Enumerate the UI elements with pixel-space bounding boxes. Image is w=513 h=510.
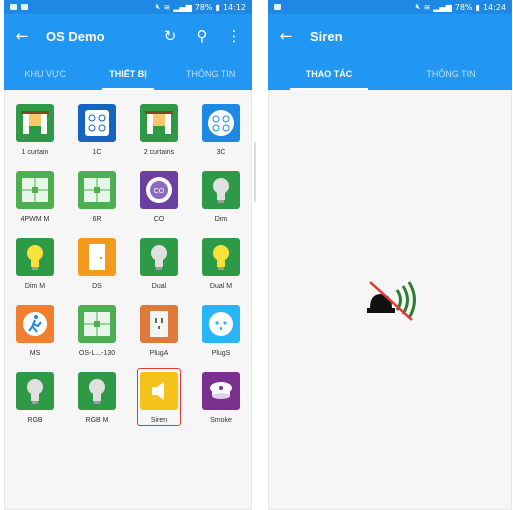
device-tile-1-curtain[interactable]: 1 curtain <box>4 98 66 165</box>
app-bar: ← OS Demo ↻ ⚲ ⋮ <box>4 14 252 58</box>
tab-khu-vuc[interactable]: KHU VỰC <box>4 58 87 90</box>
device-tile-plugs[interactable]: PlugS <box>190 299 252 366</box>
overflow-menu-icon[interactable]: ⋮ <box>226 27 242 45</box>
image-notification-icon <box>274 4 281 10</box>
battery-icon: ▮ <box>475 2 480 12</box>
battery-percent: 78% <box>194 2 213 12</box>
device-tile-2-curtains[interactable]: 2 curtains <box>128 98 190 165</box>
plug-s-icon <box>202 305 240 343</box>
device-label: Dual M <box>209 283 233 290</box>
bulb-on-icon <box>202 238 240 276</box>
device-tile-dual-m[interactable]: Dual M <box>190 232 252 299</box>
curtain-icon <box>16 104 54 142</box>
device-label: CO <box>153 216 165 223</box>
curtain-icon <box>140 104 178 142</box>
scrollbar[interactable] <box>254 142 256 202</box>
device-grid: 1 curtain 1C 2 curtains 3C 4PWM M 6R CO … <box>4 98 252 433</box>
wifi-icon: ≋ <box>423 2 431 12</box>
bulb-icon <box>78 372 116 410</box>
device-tile-siren[interactable]: Siren <box>128 366 190 433</box>
device-tile-1c[interactable]: 1C <box>66 98 128 165</box>
page-title: OS Demo <box>46 28 105 44</box>
device-tile-dim[interactable]: Dim <box>190 165 252 232</box>
app-bar: ← Siren <box>268 14 512 58</box>
device-label: 1C <box>92 149 102 156</box>
device-tile-os-l-130[interactable]: OS-L...-130 <box>66 299 128 366</box>
status-time: 14:12 <box>222 2 246 12</box>
switch-panel-icon <box>16 171 54 209</box>
bulb-icon <box>140 238 178 276</box>
image-notification-icon <box>21 4 28 10</box>
device-label: 4PWM M <box>20 216 50 223</box>
siren-detail-screen: 🔇︎ ≋ ▂▄▆ 78% ▮ 14:24 ← Siren THAO TÁC TH… <box>268 0 512 510</box>
device-tile-ds[interactable]: DS <box>66 232 128 299</box>
smoke-detector-icon <box>202 372 240 410</box>
status-bar: 🔇︎ ≋ ▂▄▆ 78% ▮ 14:24 <box>268 0 512 14</box>
device-tile-ms[interactable]: MS <box>4 299 66 366</box>
message-notification-icon <box>10 4 17 10</box>
mute-icon: 🔇︎ <box>415 2 421 11</box>
device-label: RGB <box>27 417 43 424</box>
signal-icon: ▂▄▆ <box>433 2 452 12</box>
device-label: RGB M <box>85 417 109 424</box>
device-tile-3c[interactable]: 3C <box>190 98 252 165</box>
tab-bar: KHU VỰC THIẾT BỊ THÔNG TIN <box>4 58 252 90</box>
device-label: OS-L...-130 <box>78 350 116 357</box>
device-label: PlugS <box>211 350 231 357</box>
device-label: 1 curtain <box>21 149 49 156</box>
battery-icon: ▮ <box>215 2 220 12</box>
device-list-screen: 🔇︎ ≋ ▂▄▆ 78% ▮ 14:12 ← OS Demo ↻ ⚲ ⋮ KHU… <box>4 0 256 510</box>
remote-3c-icon <box>202 104 240 142</box>
status-bar: 🔇︎ ≋ ▂▄▆ 78% ▮ 14:12 <box>4 0 252 14</box>
device-label: 2 curtains <box>143 149 175 156</box>
device-tile-smoke[interactable]: Smoke <box>190 366 252 433</box>
switch-panel-icon <box>78 171 116 209</box>
device-label: Dim <box>214 216 228 223</box>
bulb-icon <box>202 171 240 209</box>
back-arrow-icon[interactable]: ← <box>278 27 294 45</box>
plug-icon <box>140 305 178 343</box>
bulb-on-icon <box>16 238 54 276</box>
device-tile-4pwm-m[interactable]: 4PWM M <box>4 165 66 232</box>
device-label: PlugA <box>149 350 169 357</box>
tab-thong-tin[interactable]: THÔNG TIN <box>169 58 252 90</box>
device-label: 3C <box>216 149 226 156</box>
tab-bar: THAO TÁC THÔNG TIN <box>268 58 512 90</box>
device-label: MS <box>29 350 41 357</box>
battery-percent: 78% <box>454 2 473 12</box>
status-time: 14:24 <box>482 2 506 12</box>
wifi-icon: ≋ <box>163 2 171 12</box>
co-sensor-icon: CO <box>140 171 178 209</box>
svg-text:CO: CO <box>154 188 165 195</box>
device-label: Siren <box>150 417 168 424</box>
device-label: DS <box>92 283 102 290</box>
page-title: Siren <box>310 28 343 44</box>
device-label: Dim M <box>24 283 46 290</box>
device-tile-6r[interactable]: 6R <box>66 165 128 232</box>
device-tile-rgb-m[interactable]: RGB M <box>66 366 128 433</box>
device-label: Smoke <box>210 417 232 424</box>
search-icon[interactable]: ⚲ <box>194 27 210 45</box>
device-tile-dual[interactable]: Dual <box>128 232 190 299</box>
remote-1c-icon <box>78 104 116 142</box>
refresh-icon[interactable]: ↻ <box>162 27 178 45</box>
device-tile-dim-m[interactable]: Dim M <box>4 232 66 299</box>
device-tile-pluga[interactable]: PlugA <box>128 299 190 366</box>
device-label: 6R <box>92 216 102 223</box>
siren-icon <box>140 372 178 410</box>
device-tile-co[interactable]: CO CO <box>128 165 190 232</box>
back-arrow-icon[interactable]: ← <box>14 27 30 45</box>
bulb-icon <box>16 372 54 410</box>
motion-sensor-icon <box>16 305 54 343</box>
siren-muted-icon[interactable] <box>364 278 420 322</box>
mute-icon: 🔇︎ <box>155 2 161 11</box>
device-label: Dual <box>151 283 167 290</box>
tab-thiet-bi[interactable]: THIẾT BỊ <box>87 58 170 90</box>
tab-thong-tin[interactable]: THÔNG TIN <box>390 58 512 90</box>
tab-thao-tac[interactable]: THAO TÁC <box>268 58 390 90</box>
switch-panel-icon <box>78 305 116 343</box>
device-tile-rgb[interactable]: RGB <box>4 366 66 433</box>
signal-icon: ▂▄▆ <box>173 2 192 12</box>
door-icon <box>78 238 116 276</box>
